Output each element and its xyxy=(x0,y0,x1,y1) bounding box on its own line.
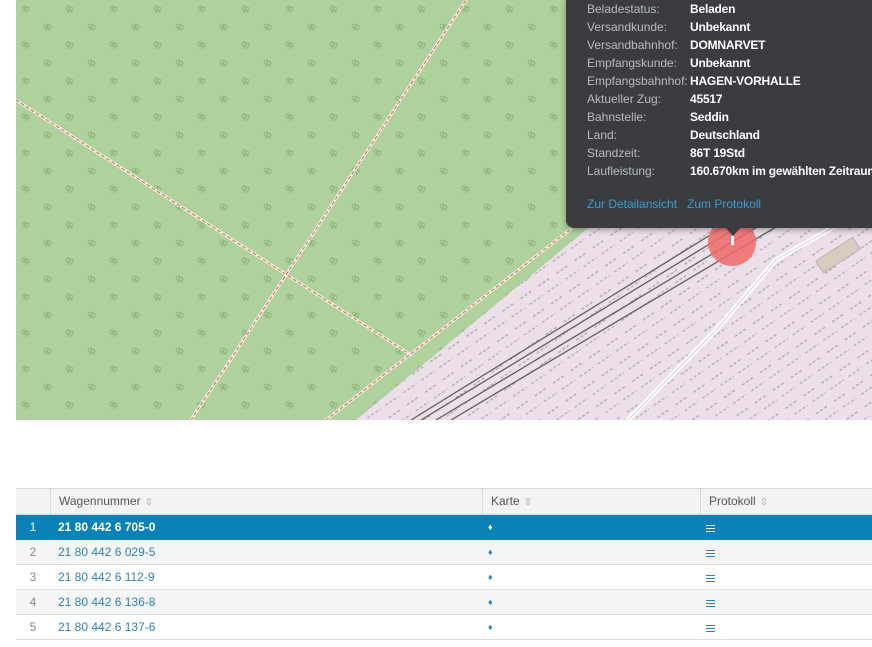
popup-value: 45517 xyxy=(690,92,723,106)
wagon-number-link[interactable]: 21 80 442 6 136-8 xyxy=(58,590,155,614)
popup-value: Seddin xyxy=(690,110,729,124)
wagon-table: Wagennummer ⇳ Karte ⇳ Protokoll ⇳ 1 21 80 4… xyxy=(16,488,872,640)
protocol-list-icon[interactable] xyxy=(706,565,715,589)
column-header-label: Wagennummer xyxy=(59,494,141,508)
sort-icon: ⇳ xyxy=(523,497,533,508)
popup-value: Beladen xyxy=(690,2,736,16)
table-row[interactable]: 4 21 80 442 6 136-8 ♦ xyxy=(16,590,872,615)
protocol-list-icon[interactable] xyxy=(706,540,715,564)
popup-label: Versandbahnhof: xyxy=(587,38,678,52)
column-header-karte[interactable]: Karte ⇳ xyxy=(482,489,701,514)
protocol-list-icon[interactable] xyxy=(706,515,715,539)
wagon-number-link[interactable]: 21 80 442 6 112-9 xyxy=(58,565,155,589)
protocol-link[interactable]: Zum Protokoll xyxy=(687,197,761,211)
table-header: Wagennummer ⇳ Karte ⇳ Protokoll ⇳ xyxy=(16,489,872,515)
map-marker-icon[interactable]: ♦ xyxy=(488,540,493,564)
row-number: 2 xyxy=(29,545,37,559)
row-number: 1 xyxy=(29,520,37,534)
popup-label: Bahnstelle: xyxy=(587,110,647,124)
popup-value: 86T 19Std xyxy=(690,146,745,160)
map-marker-icon[interactable]: ♦ xyxy=(488,590,493,614)
sort-icon: ⇳ xyxy=(759,497,769,508)
popup-value: DOMNARVET xyxy=(690,38,766,52)
popup-pointer xyxy=(724,226,742,236)
popup-label: Land: xyxy=(587,128,618,142)
row-number: 5 xyxy=(29,620,37,634)
popup-label: Empfangsbahnhof: xyxy=(587,74,688,88)
table-row[interactable]: 3 21 80 442 6 112-9 ♦ xyxy=(16,565,872,590)
table-row[interactable]: 5 21 80 442 6 137-6 ♦ xyxy=(16,615,872,640)
popup-links: Zur Detailansicht Zum Protokoll xyxy=(587,196,761,212)
map-marker-icon[interactable]: ♦ xyxy=(488,615,493,639)
popup-label: Versandkunde: xyxy=(587,20,668,34)
popup-label: Empfangskunde: xyxy=(587,56,678,70)
column-header-label: Protokoll xyxy=(709,494,756,508)
header-row-number xyxy=(16,489,51,514)
map-marker-icon[interactable]: ♦ xyxy=(488,515,493,539)
wagon-number-link[interactable]: 21 80 442 6 137-6 xyxy=(58,615,155,639)
popup-value: Unbekannt xyxy=(690,56,751,70)
popup-value: Deutschland xyxy=(690,128,760,142)
protocol-list-icon[interactable] xyxy=(706,590,715,614)
row-number: 4 xyxy=(29,595,37,609)
detail-view-link[interactable]: Zur Detailansicht xyxy=(587,197,677,211)
popup-label: Standzeit: xyxy=(587,146,641,160)
popup-value: HAGEN-VORHALLE xyxy=(690,74,801,88)
column-header-wagennummer[interactable]: Wagennummer ⇳ xyxy=(50,489,483,514)
wagon-number-link[interactable]: 21 80 442 6 029-5 xyxy=(58,540,155,564)
popup-label: Laufleistung: xyxy=(587,164,656,178)
popup-label: Beladestatus: xyxy=(587,2,660,16)
popup-value: 160.670km im gewählten Zeitraum xyxy=(690,164,872,178)
row-number: 3 xyxy=(29,570,37,584)
column-header-protokoll[interactable]: Protokoll ⇳ xyxy=(700,489,872,514)
popup-value: Unbekannt xyxy=(690,20,751,34)
wagon-info-popup: Beladestatus: Beladen Versandkunde: Unbeka… xyxy=(566,0,872,228)
sort-icon: ⇳ xyxy=(144,497,153,508)
map-marker-icon[interactable]: ♦ xyxy=(488,565,493,589)
table-row[interactable]: 2 21 80 442 6 029-5 ♦ xyxy=(16,540,872,565)
table-row[interactable]: 1 21 80 442 6 705-0 ♦ xyxy=(16,515,872,540)
column-header-label: Karte xyxy=(491,494,520,508)
popup-label: Aktueller Zug: xyxy=(587,92,662,106)
protocol-list-icon[interactable] xyxy=(706,615,715,639)
wagon-number-link[interactable]: 21 80 442 6 705-0 xyxy=(58,515,155,539)
